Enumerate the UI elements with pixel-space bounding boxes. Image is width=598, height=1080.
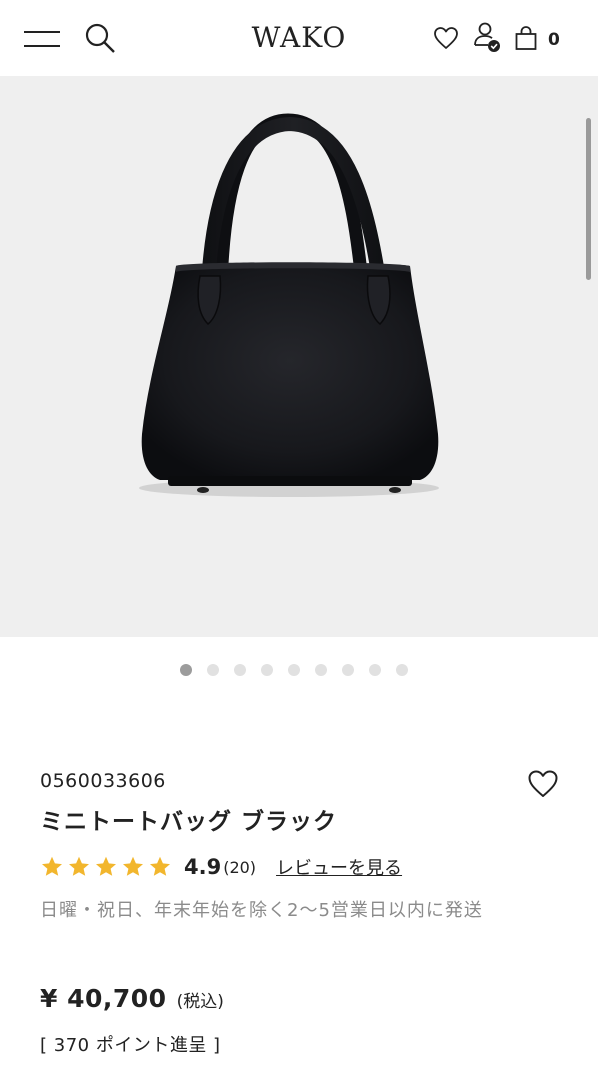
star-icon (69, 856, 89, 876)
account-button[interactable] (470, 20, 504, 58)
carousel-dot-9[interactable] (396, 664, 408, 676)
view-reviews-link[interactable]: レビューを見る (276, 854, 402, 880)
wishlist-button[interactable] (430, 22, 462, 54)
product-sku: 0560033606 (40, 770, 166, 792)
review-count: (20) (223, 857, 257, 877)
product-image-gallery[interactable] (0, 76, 598, 637)
product-title: ミニトートバッグ ブラック (40, 809, 338, 835)
product-rating: 4.9 (20) レビューを見る (40, 852, 402, 882)
star-icon (96, 856, 116, 876)
carousel-dot-5[interactable] (288, 664, 300, 676)
heart-icon (434, 27, 458, 49)
tax-label: (税込) (176, 992, 224, 1012)
site-header: WAKO 0 (0, 0, 598, 76)
price-row: ¥ 40,700 (税込) (40, 984, 224, 1013)
page-scrollbar[interactable] (586, 118, 591, 280)
carousel-dot-6[interactable] (315, 664, 327, 676)
favorite-button[interactable] (524, 766, 562, 802)
heart-icon (528, 770, 558, 797)
black-leather-mini-tote-photo (139, 113, 439, 497)
site-logo[interactable]: WAKO (0, 21, 598, 54)
star-icon (123, 856, 143, 876)
user-check-icon (474, 22, 500, 52)
product-price: ¥ 40,700 (40, 984, 167, 1013)
star-icon (42, 856, 62, 876)
carousel-dot-4[interactable] (261, 664, 273, 676)
shipping-note: 日曜・祝日、年末年始を除く2〜5営業日以内に発送 (40, 900, 483, 921)
carousel-dot-3[interactable] (234, 664, 246, 676)
carousel-dot-8[interactable] (369, 664, 381, 676)
shopping-bag-icon (515, 26, 537, 50)
star-rating (40, 855, 172, 879)
carousel-pagination (0, 664, 598, 676)
carousel-dot-2[interactable] (207, 664, 219, 676)
star-icon (150, 856, 170, 876)
carousel-dot-7[interactable] (342, 664, 354, 676)
reward-points: [ 370 ポイント進呈 ] (40, 1035, 221, 1056)
rating-value: 4.9 (184, 855, 222, 879)
cart-button[interactable] (512, 22, 540, 54)
carousel-dot-1[interactable] (180, 664, 192, 676)
cart-count-badge: 0 (548, 30, 560, 50)
